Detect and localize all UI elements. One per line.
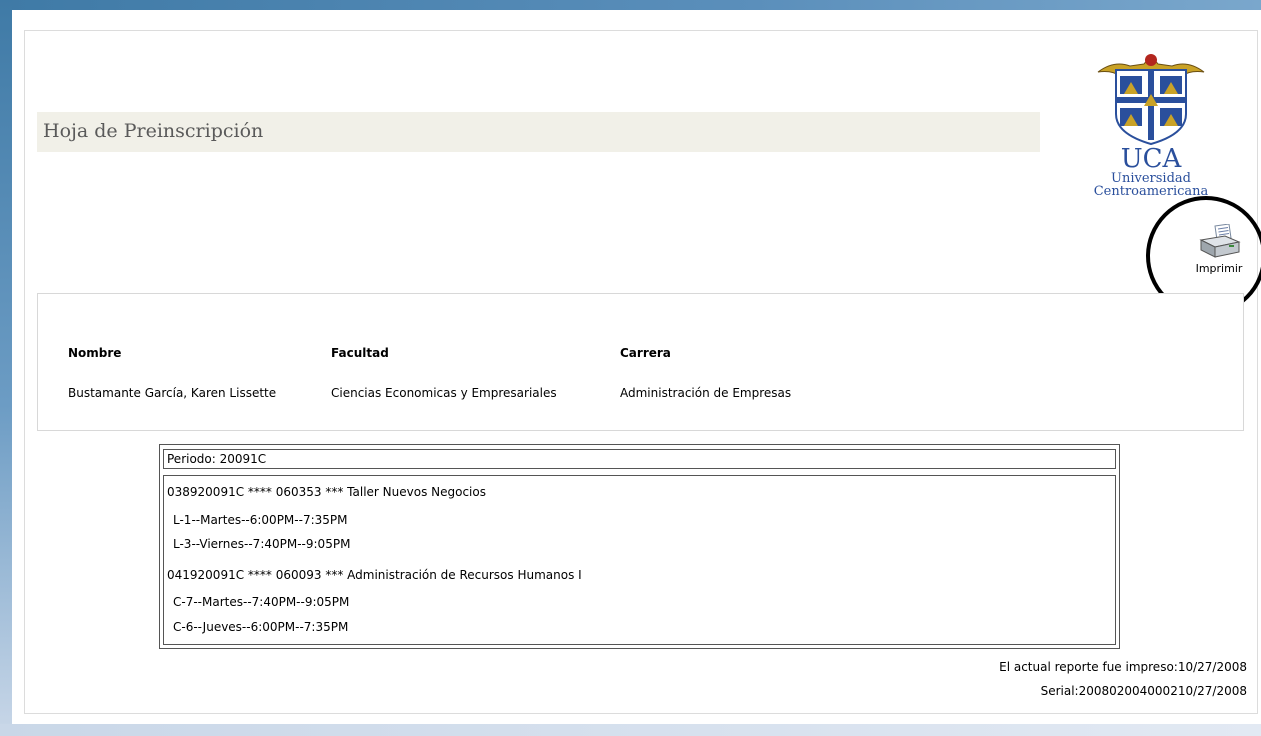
student-info-box: Nombre Bustamante García, Karen Lissette…	[37, 293, 1244, 431]
course-session: L-3--Viernes--7:40PM--9:05PM	[173, 537, 351, 551]
career-value: Administración de Empresas	[620, 386, 792, 400]
period-label: Periodo: 20091C	[163, 449, 1116, 469]
logo-acronym: UCA	[1120, 144, 1182, 174]
logo-line2: Centroamericana	[1093, 184, 1209, 199]
faculty-value: Ciencias Economicas y Empresariales	[331, 386, 557, 400]
print-label: Imprimir	[1195, 262, 1243, 275]
course-header: 041920091C **** 060093 *** Administració…	[167, 568, 582, 582]
window-frame-bottom	[0, 724, 1261, 736]
schedule-table: Periodo: 20091C 038920091C **** 060353 *…	[159, 444, 1120, 649]
faculty-header: Facultad	[331, 346, 389, 360]
career-column: Carrera Administración de Empresas	[620, 346, 791, 400]
course-header: 038920091C **** 060353 *** Taller Nuevos…	[167, 485, 486, 499]
course-session: C-7--Martes--7:40PM--9:05PM	[173, 595, 350, 609]
name-value: Bustamante García, Karen Lissette	[68, 386, 277, 400]
window-frame-left	[0, 0, 12, 736]
serial-number: Serial:200802004000210/27/2008	[1040, 684, 1247, 698]
faculty-column: Facultad Ciencias Economicas y Empresari…	[331, 346, 557, 400]
name-header: Nombre	[68, 346, 122, 360]
title-bar: Hoja de Preinscripción	[37, 112, 1040, 152]
career-header: Carrera	[620, 346, 671, 360]
crest-icon	[1097, 54, 1205, 146]
university-logo: UCA Universidad Centroamericana	[1094, 50, 1208, 205]
printer-icon	[1199, 224, 1241, 258]
window-frame-top	[0, 0, 1261, 10]
course-session: L-1--Martes--6:00PM--7:35PM	[173, 513, 348, 527]
course-session: C-6--Jueves--6:00PM--7:35PM	[173, 620, 349, 634]
name-column: Nombre Bustamante García, Karen Lissette	[68, 346, 276, 400]
page-title: Hoja de Preinscripción	[43, 120, 264, 142]
print-button[interactable]: Imprimir	[1186, 222, 1252, 282]
print-date: El actual reporte fue impreso:10/27/2008	[999, 660, 1247, 674]
courses-list: 038920091C **** 060353 *** Taller Nuevos…	[163, 475, 1116, 645]
